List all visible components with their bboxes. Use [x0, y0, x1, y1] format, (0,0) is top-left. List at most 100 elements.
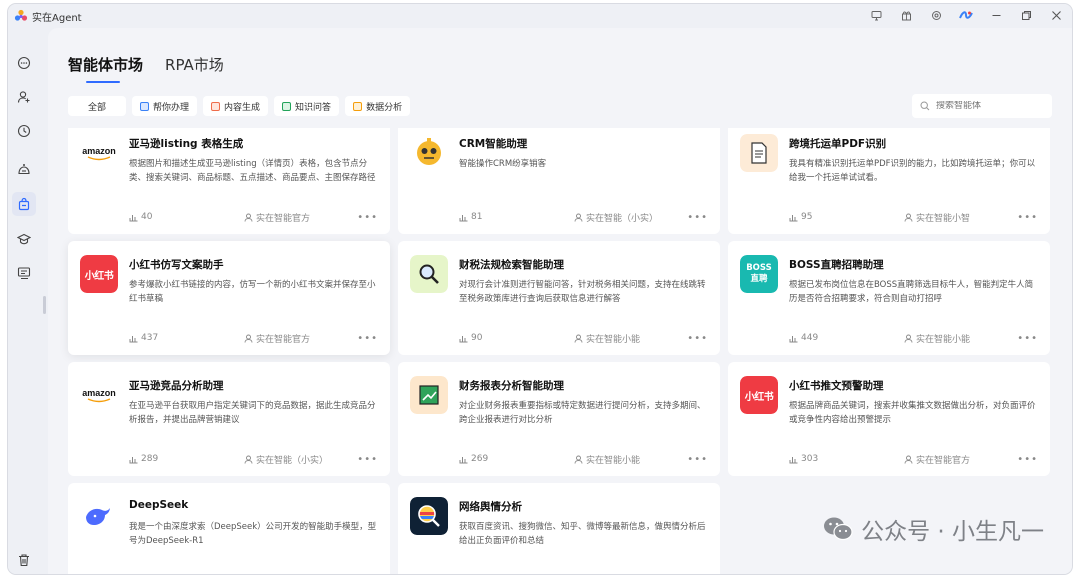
bar-chart-icon — [129, 335, 138, 342]
agent-card-footer: 303 实在智能官方 ••• — [789, 452, 1038, 466]
hand-icon — [140, 101, 150, 111]
usage-count: 95 — [801, 212, 813, 222]
usage-stat: 40 — [129, 212, 244, 222]
tab-rpa-market[interactable]: RPA市场 — [165, 54, 224, 83]
agent-card-footer: 449 实在智能小能 ••• — [789, 331, 1038, 345]
agent-card-title: 财税法规检索智能助理 — [459, 259, 564, 271]
sidebar-item-agent-market[interactable] — [12, 192, 36, 216]
agent-card[interactable]: 网络舆情分析 获取百度资讯、搜狗微信、知乎、微博等最新信息，做舆情分析后给出正负面… — [398, 483, 720, 574]
filter-knowledge-qa[interactable]: 知识问答 — [274, 96, 340, 116]
more-options-icon[interactable]: ••• — [687, 454, 708, 465]
bar-chart-icon — [129, 456, 138, 463]
filter-content-generation[interactable]: 内容生成 — [203, 96, 269, 116]
filter-label: 内容生成 — [224, 102, 261, 113]
filter-all[interactable]: 全部 — [68, 96, 127, 116]
usage-count: 449 — [801, 333, 819, 343]
user-icon — [244, 213, 253, 222]
agent-card-title: 小红书仿写文案助手 — [129, 259, 224, 271]
sidebar-item-robot[interactable] — [12, 157, 36, 181]
user-icon — [574, 334, 583, 343]
agent-card-footer: 269 实在智能小能 ••• — [459, 452, 708, 466]
chart-icon — [353, 101, 363, 111]
usage-count: 90 — [471, 333, 483, 343]
agent-card[interactable]: 财税法规检索智能助理 对现行会计准则进行智能问答，针对税务相关问题，支持在线跳转至… — [398, 241, 720, 355]
filter-label: 全部 — [88, 102, 107, 113]
author-name: 实在智能官方 — [586, 574, 640, 575]
usage-stat: 449 — [789, 333, 904, 343]
author-name: 实在智能官方 — [256, 574, 310, 575]
sidebar-item-contacts[interactable] — [12, 85, 36, 109]
agent-card[interactable]: DeepSeek 我是一个由深度求索（DeepSeek）公司开发的智能助手模型，型… — [68, 483, 390, 574]
more-options-icon[interactable]: ••• — [357, 333, 378, 344]
clock-icon — [17, 124, 31, 138]
agent-card[interactable]: amazon 亚马逊竞品分析助理 在亚马逊平台获取用户指定关键词下的竞品数据，据此生… — [68, 362, 390, 476]
more-options-icon[interactable]: ••• — [357, 212, 378, 223]
usage-count: 40 — [141, 212, 153, 222]
robot-icon — [18, 164, 30, 175]
more-options-icon[interactable]: ••• — [1017, 333, 1038, 344]
agent-card[interactable]: 跨境托运单PDF识别我具有精准识别托运单PDF识别的能力，比如跨境托运单；你可以… — [728, 128, 1050, 234]
more-options-icon[interactable]: ••• — [357, 454, 378, 465]
agent-card-title: 财务报表分析智能助理 — [459, 380, 564, 392]
globe-logo-icon — [410, 497, 448, 535]
trash-icon — [19, 554, 29, 567]
user-icon — [574, 455, 583, 464]
agent-card-description: 我具有精准识别托运单PDF识别的能力，比如跨境托运单；你可以给我一个托运单试试看… — [789, 159, 1036, 183]
usage-count: 437 — [141, 333, 159, 343]
agent-card[interactable]: CRM智能助理 智能操作CRM纷享销客 81 实在智能（小实） ••• — [398, 128, 720, 234]
agent-card[interactable]: amazon 亚马逊listing 表格生成 根据图片和描述生成亚马逊listing… — [68, 128, 390, 234]
user-avatar-icon[interactable] — [958, 7, 974, 23]
agent-card-title: BOSS直聘招聘助理 — [789, 259, 884, 271]
author-info: 实在智能官方 — [244, 211, 357, 224]
agent-card-footer: 866实在智能官方••• — [129, 573, 378, 574]
author-name: 实在智能小能 — [586, 334, 641, 345]
sidebar-item-trash[interactable] — [12, 548, 36, 572]
more-options-icon[interactable]: ••• — [687, 333, 708, 344]
sidebar-item-chat[interactable] — [12, 51, 36, 75]
agent-card[interactable]: 小红书 小红书仿写文案助手 参考爆款小红书链接的内容，仿写一个新的小红书文案并保存至… — [68, 241, 390, 355]
agent-card[interactable]: 小红书 小红书推文预警助理 根据品牌商品关键词，搜索并收集推文数据做出分析，对负面评… — [728, 362, 1050, 476]
sidebar-item-messages[interactable] — [12, 261, 36, 285]
agent-card-title: 小红书推文预警助理 — [789, 380, 884, 392]
message-box-icon — [17, 267, 31, 280]
agent-card[interactable]: 财务报表分析智能助理 对企业财务报表重要指标或特定数据进行提问分析，支持多期间、跨… — [398, 362, 720, 476]
filter-data-analysis[interactable]: 数据分析 — [345, 96, 411, 116]
agent-card-title: CRM智能助理 — [459, 138, 528, 150]
agent-card-title: DeepSeek — [129, 499, 189, 511]
more-options-icon[interactable]: ••• — [687, 212, 708, 223]
author-info: 实在智能小能 — [904, 332, 1017, 345]
agent-card-description: 根据品牌商品关键词，搜索并收集推文数据做出分析，对负面评价或竞争性内容给出预警提… — [789, 401, 1036, 425]
agent-card-footer: 95 实在智能小智 ••• — [789, 210, 1038, 224]
monitor-icon[interactable] — [868, 7, 884, 23]
agent-card-title: 网络舆情分析 — [459, 501, 522, 513]
author-name: 实在智能官方 — [256, 213, 311, 224]
app-logo-icon — [14, 9, 28, 21]
sidebar-resize-handle[interactable] — [43, 296, 46, 314]
restore-icon[interactable] — [1018, 7, 1034, 23]
agent-card-title: 跨境托运单PDF识别 — [789, 138, 887, 150]
more-options-icon[interactable]: ••• — [1017, 454, 1038, 465]
user-add-icon — [17, 91, 30, 103]
user-icon — [574, 213, 583, 222]
search-box[interactable] — [912, 94, 1052, 118]
tab-agent-market[interactable]: 智能体市场 — [68, 54, 143, 83]
sidebar-item-history[interactable] — [12, 119, 36, 143]
wechat-icon — [824, 517, 853, 541]
settings-icon[interactable] — [928, 7, 944, 23]
agent-card[interactable]: BOSS 直聘 BOSS直聘招聘助理 根据已发布岗位信息在BOSS直聘筛选目标牛人，智… — [728, 241, 1050, 355]
search-input[interactable] — [936, 101, 1036, 111]
sidebar-item-learning[interactable] — [12, 227, 36, 251]
author-name: 实在智能小能 — [586, 455, 641, 466]
bar-chart-icon — [789, 335, 798, 342]
author-info: 实在智能（小实） — [574, 211, 687, 224]
agent-card-footer: 437 实在智能官方 ••• — [129, 331, 378, 345]
close-icon[interactable] — [1048, 7, 1064, 23]
bar-chart-icon — [129, 214, 138, 221]
more-options-icon[interactable]: ••• — [1017, 212, 1038, 223]
usage-stat: 95 — [789, 212, 904, 222]
boss-logo-icon: BOSS 直聘 — [740, 255, 778, 293]
minimize-icon[interactable] — [988, 7, 1004, 23]
gift-icon[interactable] — [898, 7, 914, 23]
filter-help-handle[interactable]: 帮你办理 — [132, 96, 198, 116]
usage-stat: 303 — [789, 454, 904, 464]
